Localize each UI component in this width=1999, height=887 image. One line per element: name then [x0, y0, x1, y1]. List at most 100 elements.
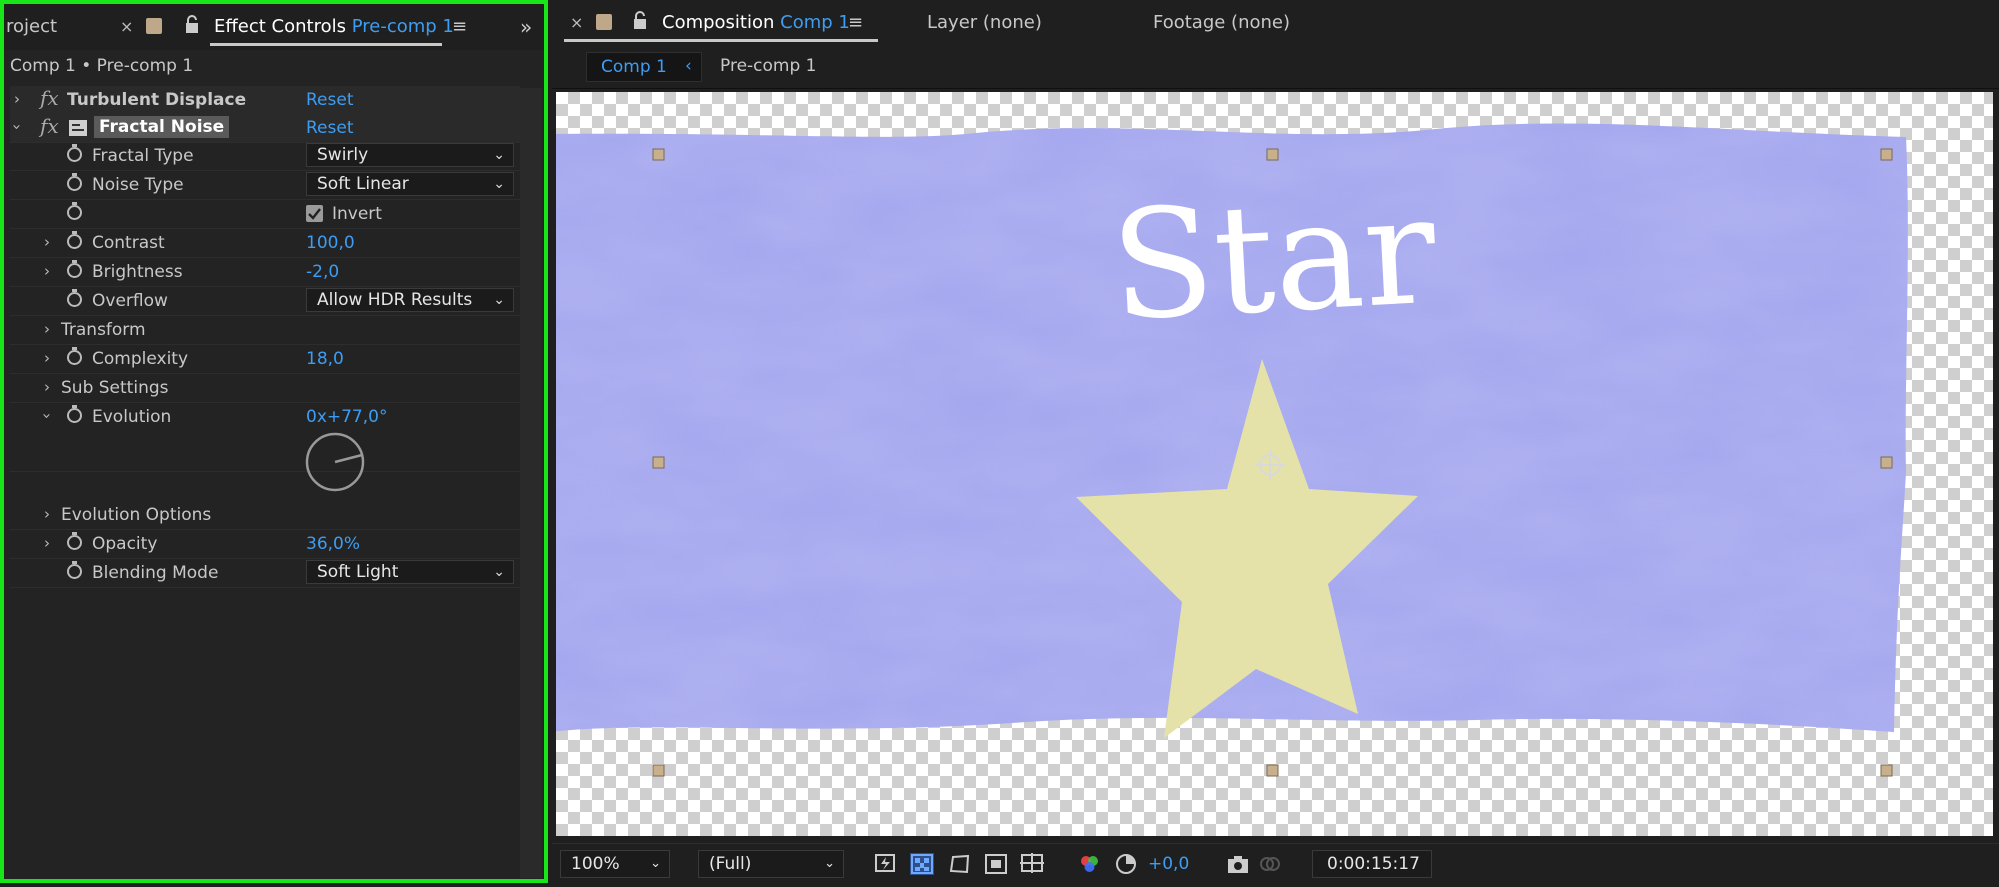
stopwatch-icon[interactable]	[67, 532, 82, 550]
blending-mode-dropdown[interactable]: Soft Light ⌄	[306, 560, 514, 584]
chevron-down-icon[interactable]: ›	[38, 413, 56, 419]
composition-viewer[interactable]: Star	[556, 92, 1993, 836]
chevron-down-icon: ⌄	[493, 292, 505, 308]
prop-row-invert: Invert	[10, 200, 520, 229]
tab-layer[interactable]: Layer (none)	[927, 0, 1042, 46]
layer-handle[interactable]	[1880, 456, 1893, 469]
vertical-scrollbar[interactable]	[520, 88, 542, 878]
effect-name: Turbulent Displace	[67, 90, 247, 110]
tab-footage[interactable]: Footage (none)	[1153, 0, 1290, 46]
resolution-value: (Full)	[709, 854, 752, 874]
chevron-double-right-icon[interactable]: »	[520, 4, 532, 50]
prop-group-label: Evolution Options	[61, 505, 212, 525]
tab-effect-controls-target: Pre-comp 1	[351, 16, 454, 37]
fast-previews-icon[interactable]	[874, 853, 898, 875]
stopwatch-icon[interactable]	[67, 173, 82, 191]
noise-type-dropdown[interactable]: Soft Linear ⌄	[306, 172, 514, 196]
composition-canvas[interactable]: Star	[556, 92, 1993, 836]
brightness-value[interactable]: -2,0	[306, 262, 339, 282]
chevron-down-icon: ⌄	[493, 564, 505, 580]
flow-comp-active[interactable]: Comp 1 ‹	[586, 52, 702, 82]
active-tab-underline	[564, 39, 878, 42]
stopwatch-icon[interactable]	[67, 231, 82, 249]
region-of-interest-icon[interactable]	[984, 853, 1008, 875]
stopwatch-icon[interactable]	[67, 202, 82, 220]
close-icon[interactable]: ×	[120, 4, 133, 50]
angle-dial[interactable]	[304, 431, 366, 498]
invert-checkbox[interactable]	[306, 205, 323, 222]
prop-row-opacity: › Opacity 36,0%	[10, 530, 520, 559]
layer-handle[interactable]	[1880, 764, 1893, 777]
exposure-value[interactable]: +0,0	[1148, 854, 1189, 874]
prop-label: Evolution	[92, 407, 172, 427]
resolution-dropdown[interactable]: (Full) ⌄	[698, 850, 844, 878]
prop-row-noise-type: Noise Type Soft Linear ⌄	[10, 171, 520, 200]
flow-precomp[interactable]: Pre-comp 1	[720, 56, 816, 76]
grid-guides-icon[interactable]	[1020, 853, 1044, 875]
complexity-value[interactable]: 18,0	[306, 349, 344, 369]
chevron-right-icon[interactable]: ›	[44, 262, 50, 280]
overflow-dropdown[interactable]: Allow HDR Results ⌄	[306, 288, 514, 312]
zoom-value: 100%	[571, 854, 620, 874]
effect-controls-panel: roject × Effect Controls Pre-comp 1 ≡ » …	[0, 0, 548, 883]
transparency-grid-icon[interactable]	[910, 853, 934, 875]
stopwatch-icon[interactable]	[67, 289, 82, 307]
divider	[552, 88, 1999, 89]
stopwatch-icon[interactable]	[67, 405, 82, 423]
fractal-type-dropdown[interactable]: Swirly ⌄	[306, 143, 514, 167]
chevron-right-icon[interactable]: ›	[44, 320, 50, 338]
composition-swatch-icon	[146, 18, 162, 39]
prop-row-contrast: › Contrast 100,0	[10, 229, 520, 258]
tab-project[interactable]: roject	[6, 4, 57, 50]
layer-handle[interactable]	[1880, 148, 1893, 161]
effect-preset-icon	[68, 119, 88, 142]
chevron-right-icon[interactable]: ›	[44, 534, 50, 552]
mask-visibility-icon[interactable]	[948, 853, 972, 875]
chevron-down-icon[interactable]: ›	[8, 124, 26, 130]
chevron-right-icon[interactable]: ›	[44, 505, 50, 523]
zoom-dropdown[interactable]: 100% ⌄	[560, 850, 670, 878]
prop-row-evolution-options[interactable]: › Evolution Options	[10, 501, 520, 530]
effect-row-fractal-noise[interactable]: › fx Fractal Noise Reset	[8, 114, 520, 143]
prop-row-sub-settings[interactable]: › Sub Settings	[10, 374, 520, 403]
reset-button[interactable]: Reset	[306, 90, 354, 110]
chevron-right-icon[interactable]: ›	[44, 349, 50, 367]
chevron-right-icon[interactable]: ›	[14, 90, 20, 108]
prop-label: Complexity	[92, 349, 189, 369]
left-tab-bar: roject × Effect Controls Pre-comp 1 ≡ »	[4, 4, 544, 50]
chevron-right-icon[interactable]: ›	[44, 233, 50, 251]
layer-handle[interactable]	[652, 456, 665, 469]
show-snapshot-icon[interactable]	[1258, 853, 1282, 875]
layer-handle[interactable]	[1266, 148, 1279, 161]
evolution-value[interactable]: 0x+77,0°	[306, 407, 387, 427]
camera-icon[interactable]	[1226, 853, 1250, 875]
panel-menu-icon[interactable]: ≡	[452, 4, 467, 50]
panel-menu-icon[interactable]: ≡	[848, 0, 863, 46]
fx-icon[interactable]: fx	[40, 86, 59, 110]
opacity-value[interactable]: 36,0%	[306, 534, 360, 554]
invert-label: Invert	[332, 204, 382, 224]
current-time-display[interactable]: 0:00:15:17	[1312, 850, 1432, 878]
prop-row-transform[interactable]: › Transform	[10, 316, 520, 345]
layer-handle[interactable]	[652, 148, 665, 161]
dropdown-value: Soft Light	[317, 562, 399, 582]
reset-button[interactable]: Reset	[306, 118, 354, 138]
stopwatch-icon[interactable]	[67, 260, 82, 278]
contrast-value[interactable]: 100,0	[306, 233, 355, 253]
lock-icon[interactable]	[184, 15, 200, 40]
channel-rgb-icon[interactable]	[1078, 853, 1102, 875]
layer-handle[interactable]	[652, 764, 665, 777]
viewer-toolbar: 100% ⌄ (Full) ⌄ +0,0 0:00:15:17	[552, 843, 1999, 884]
tab-effect-controls-label: Effect Controls	[214, 16, 346, 37]
prop-row-evolution: › Evolution 0x+77,0°	[10, 403, 520, 492]
stopwatch-icon[interactable]	[67, 347, 82, 365]
chevron-right-icon[interactable]: ›	[44, 378, 50, 396]
prop-label: Overflow	[92, 291, 168, 311]
reset-exposure-icon[interactable]	[1114, 853, 1138, 875]
fx-icon[interactable]: fx	[40, 114, 59, 138]
stopwatch-icon[interactable]	[67, 144, 82, 162]
layer-handle[interactable]	[1266, 764, 1279, 777]
stopwatch-icon[interactable]	[67, 561, 82, 579]
effect-row-turbulent-displace[interactable]: › fx Turbulent Displace Reset	[10, 86, 520, 115]
lock-icon[interactable]	[632, 11, 648, 36]
